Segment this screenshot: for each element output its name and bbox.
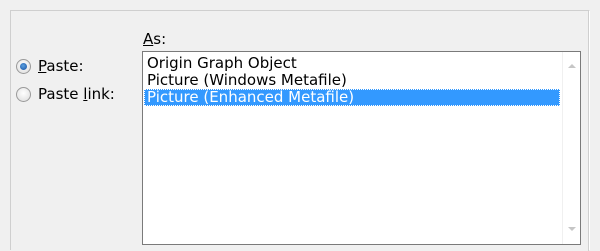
- as-label-rest: s:: [153, 30, 167, 48]
- paste-radio[interactable]: [16, 58, 31, 74]
- group-frame-edge: [588, 10, 589, 251]
- scroll-down-icon[interactable]: [568, 227, 576, 231]
- paste-link-radio[interactable]: [16, 86, 31, 102]
- paste-link-rest: ink:: [87, 85, 115, 103]
- paste-radio-label[interactable]: Paste:: [38, 57, 84, 75]
- paste-link-radio-option[interactable]: Paste link:: [16, 85, 115, 103]
- as-listbox[interactable]: Origin Graph Object Picture (Windows Met…: [142, 51, 581, 245]
- radio-selected-dot-icon: [20, 62, 27, 70]
- paste-radio-option[interactable]: Paste:: [16, 57, 84, 75]
- paste-rest: aste:: [46, 57, 84, 75]
- paste-link-radio-label[interactable]: Paste link:: [38, 85, 115, 103]
- as-label-accel: A: [143, 30, 154, 48]
- paste-link-pre: Paste: [38, 85, 84, 103]
- list-item-picture-windows-metafile[interactable]: Picture (Windows Metafile): [144, 72, 560, 89]
- list-item-origin-graph-object[interactable]: Origin Graph Object: [144, 55, 560, 72]
- listbox-scrollbar[interactable]: [562, 52, 580, 244]
- list-item-picture-enhanced-metafile[interactable]: Picture (Enhanced Metafile): [144, 89, 560, 106]
- scroll-up-icon[interactable]: [568, 64, 576, 68]
- as-label: As:: [143, 30, 166, 48]
